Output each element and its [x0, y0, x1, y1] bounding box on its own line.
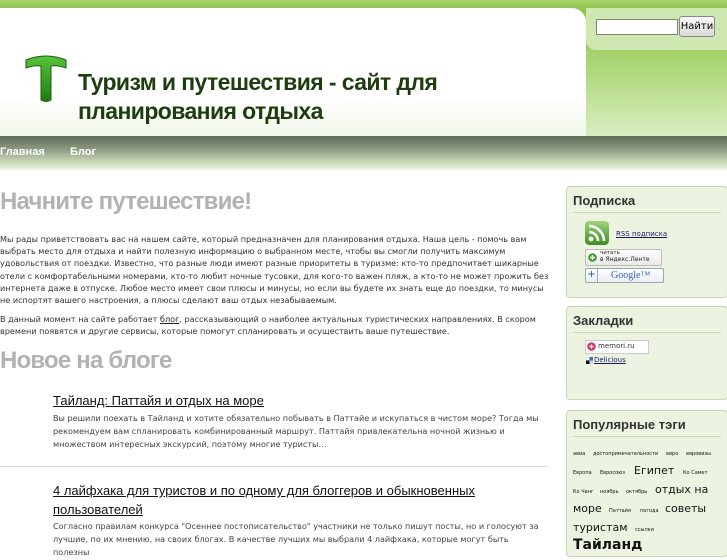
intro-text-before-link: В данный момент на сайте работает	[0, 314, 160, 324]
main-navigation: Главная Блог	[0, 136, 727, 170]
blog-heading: Новое на блоге	[0, 347, 172, 374]
site-title-line-1: Туризм и путешествия - сайт для	[78, 69, 438, 95]
tag-link[interactable]: евро	[666, 451, 678, 457]
memori-icon	[587, 342, 596, 351]
memori-button[interactable]: memori.ru	[585, 340, 649, 354]
tag-link[interactable]: ноябрь	[600, 489, 619, 495]
tags-divider	[573, 436, 721, 437]
header: Туризм и путешествия - сайт для планиров…	[0, 8, 586, 136]
blog-link[interactable]: блог	[160, 314, 179, 324]
tag-link[interactable]: октябрь	[626, 489, 647, 495]
yandex-feed-button[interactable]: читать в Яндекс.Ленте	[585, 249, 662, 266]
post-title-2[interactable]: 4 лайфхака для туристов и по одному для …	[53, 481, 533, 519]
nav-item-home[interactable]: Главная	[0, 146, 45, 158]
post-excerpt-2: Согласно правилам конкурса "Осеннее пост…	[53, 521, 539, 558]
site-title: Туризм и путешествия - сайт для планиров…	[78, 68, 498, 126]
tag-link[interactable]: туристам	[573, 521, 628, 534]
delicious-icon[interactable]	[586, 357, 593, 364]
bookmarks-widget: Закладки memori.ru Delicious	[566, 306, 727, 400]
tag-link[interactable]: отдых на	[655, 483, 708, 496]
tag-link[interactable]: Ко Самет	[683, 470, 708, 476]
site-title-line-2: планирования отдыха	[78, 98, 323, 124]
tag-link[interactable]: Египет	[634, 464, 674, 477]
plus-icon	[588, 253, 597, 262]
intro-paragraph: Мы рады приветствовать вас на нашем сайт…	[0, 234, 549, 306]
post-title-2-line-2: пользователей	[53, 502, 143, 517]
tag-link[interactable]: Ко Чанг	[573, 489, 594, 495]
google-label: Google™	[611, 270, 651, 281]
google-add-button[interactable]: + Google™	[585, 268, 664, 283]
bookmarks-title: Закладки	[573, 313, 634, 328]
tag-link[interactable]: погода	[640, 508, 659, 514]
add-icon: +	[586, 269, 598, 282]
nav-item-blog[interactable]: Блог	[70, 146, 96, 158]
subscribe-widget: Подписка RSS подписка читать в Яндекс.Ле…	[566, 186, 727, 298]
main-content: Начните путешествие! Мы рады приветствов…	[0, 170, 552, 557]
tags-title: Популярные тэги	[573, 417, 686, 432]
tag-link[interactable]: евровизы	[686, 451, 711, 457]
post-excerpt-1: Вы решили поехать в Тайланд и хотите обя…	[53, 413, 539, 450]
post-divider	[0, 466, 548, 467]
bookmarks-divider	[573, 332, 721, 333]
search-input[interactable]	[596, 19, 678, 35]
search-button[interactable]: Найти	[679, 16, 715, 37]
post-title-1[interactable]: Тайланд: Паттайя и отдых на море	[53, 391, 264, 410]
tag-link[interactable]: ссылки	[635, 527, 654, 533]
tag-link[interactable]: советы	[665, 502, 706, 515]
site-logo[interactable]	[24, 54, 68, 104]
post-title-2-line-1: 4 лайфхака для туристов и по одному для …	[53, 483, 475, 498]
delicious-link[interactable]: Delicious	[594, 356, 626, 364]
tag-link[interactable]: авиа	[573, 451, 585, 457]
tag-link[interactable]: Паттайя	[609, 508, 631, 514]
rss-subscribe-link[interactable]: RSS подписка	[616, 230, 667, 238]
page-heading: Начните путешествие!	[0, 188, 252, 215]
search-box: Найти	[586, 8, 727, 50]
tags-widget: Популярные тэги авиа достопримечательнос…	[566, 410, 727, 557]
rss-icon[interactable]	[585, 221, 609, 245]
memori-label: memori.ru	[598, 342, 635, 350]
intro-paragraph-2: В данный момент на сайте работает блог, …	[0, 313, 552, 337]
subscribe-divider	[573, 212, 721, 213]
tag-link[interactable]: Тайланд	[573, 537, 643, 553]
subscribe-title: Подписка	[573, 193, 636, 208]
tag-link[interactable]: Европа	[573, 470, 592, 476]
yandex-line-2: в Яндекс.Ленте	[600, 256, 650, 263]
tag-link[interactable]: Евросоюз	[600, 470, 625, 476]
tag-link[interactable]: море	[573, 502, 602, 515]
tag-link[interactable]: достопримечательности	[593, 451, 658, 457]
